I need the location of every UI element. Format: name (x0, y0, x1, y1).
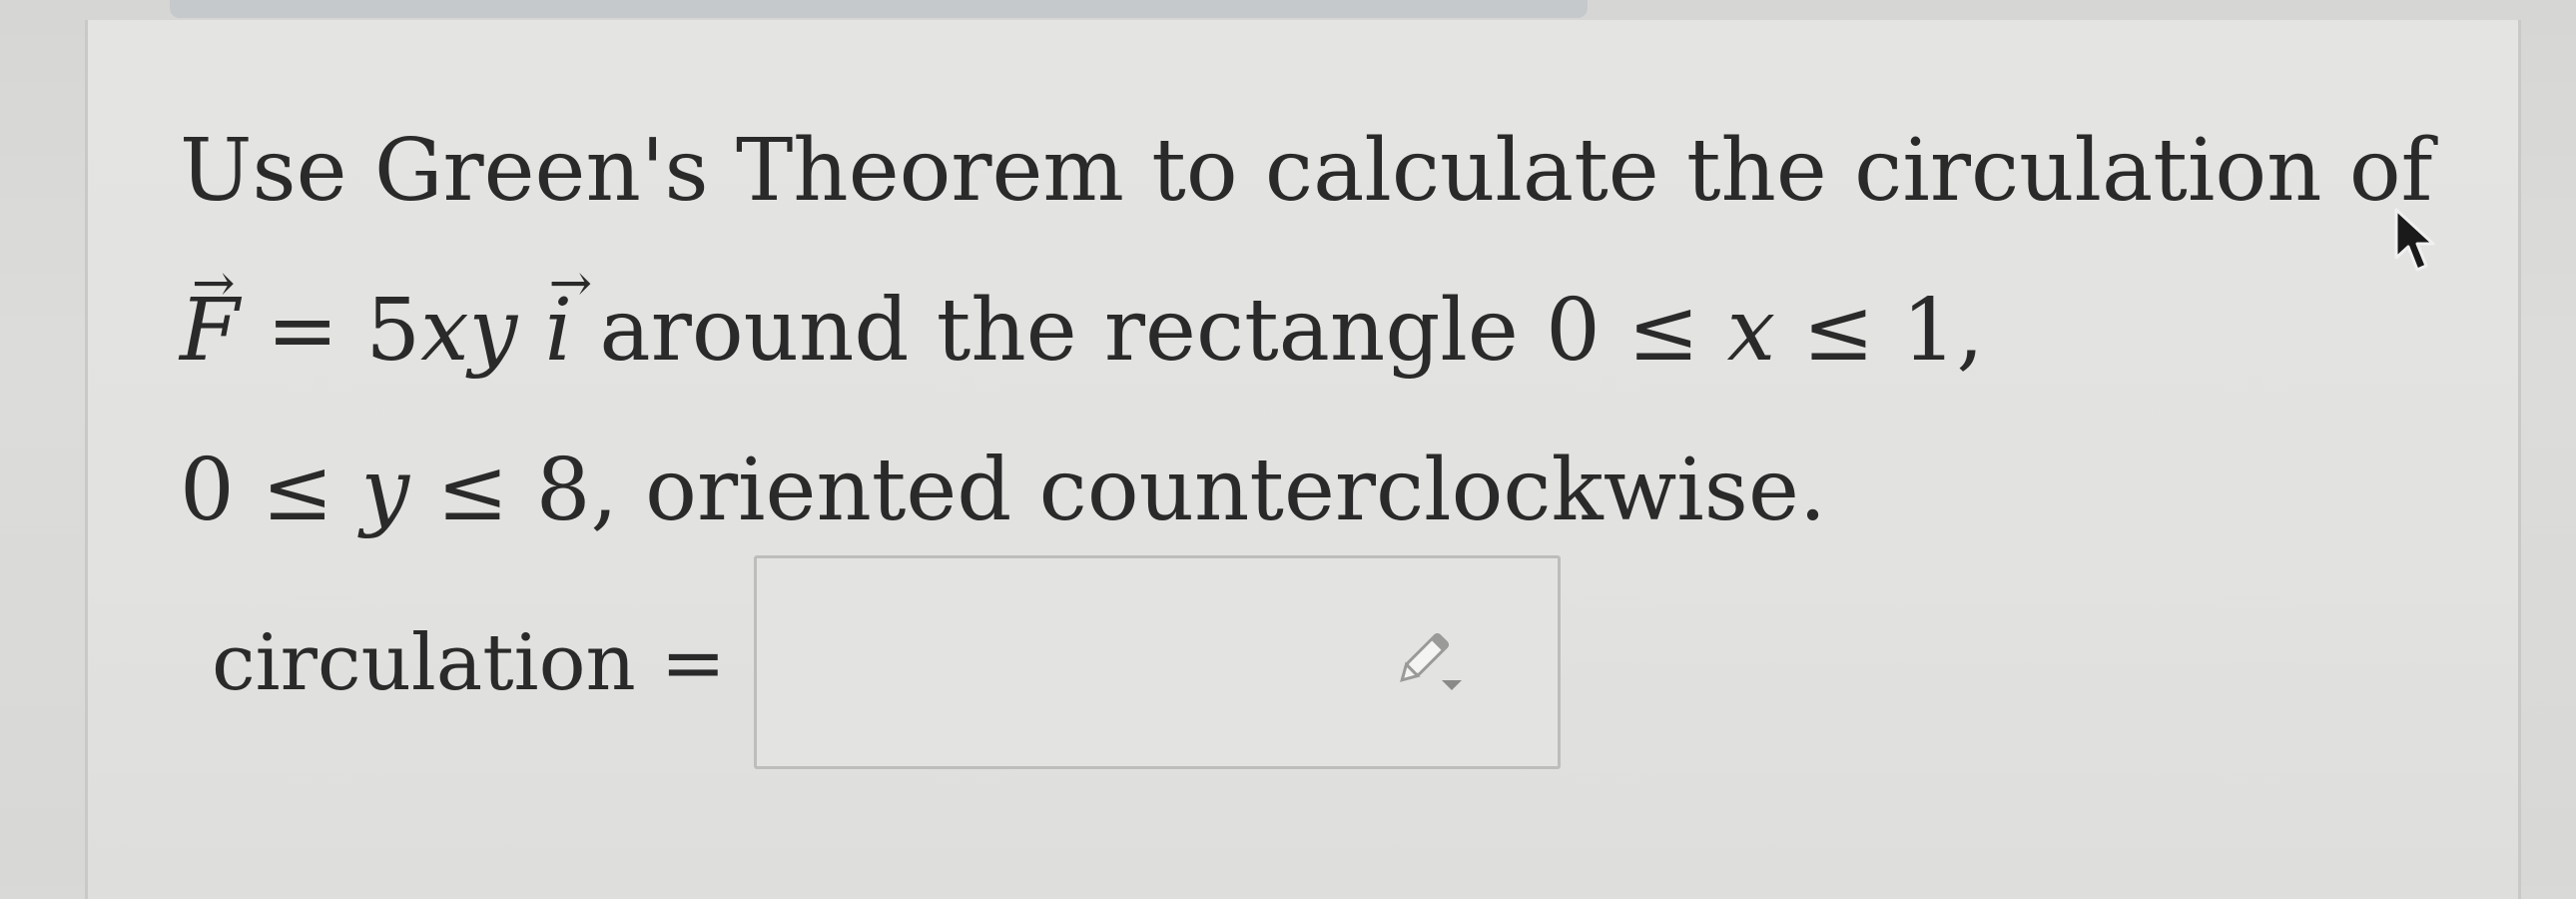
equation-coefficient: = 5 (267, 281, 421, 381)
screen: Use Green's Theorem to calculate the cir… (0, 0, 2576, 899)
var-x: x (1726, 281, 1776, 381)
mouse-cursor-icon (2394, 208, 2435, 272)
x-bound: ≤ 1, (1775, 281, 1984, 381)
answer-input[interactable] (754, 555, 1561, 769)
vector-arrow-icon: → (192, 254, 236, 314)
rectangle-text: around the rectangle 0 ≤ (572, 281, 1727, 381)
vector-f: → F (180, 258, 240, 374)
top-tab (170, 0, 1588, 18)
y-lower-bound: 0 ≤ (180, 441, 361, 540)
vector-arrow-icon: → (548, 254, 593, 314)
question-line-3: 0 ≤ y ≤ 8, oriented counterclockwise. (180, 448, 1826, 533)
y-upper-bound-text: ≤ 8, oriented counterclockwise. (409, 441, 1827, 540)
pencil-dropdown-icon[interactable] (1396, 628, 1466, 698)
question-line-2: → F = 5xy → i around the rectangle 0 ≤ x ≤… (180, 254, 1984, 381)
question-line-1: Use Green's Theorem to calculate the cir… (180, 121, 2433, 221)
equation-vars: xy (420, 281, 518, 381)
var-y: y (360, 441, 410, 540)
vector-i: → i (544, 254, 593, 381)
answer-label: circulation = (212, 618, 726, 708)
